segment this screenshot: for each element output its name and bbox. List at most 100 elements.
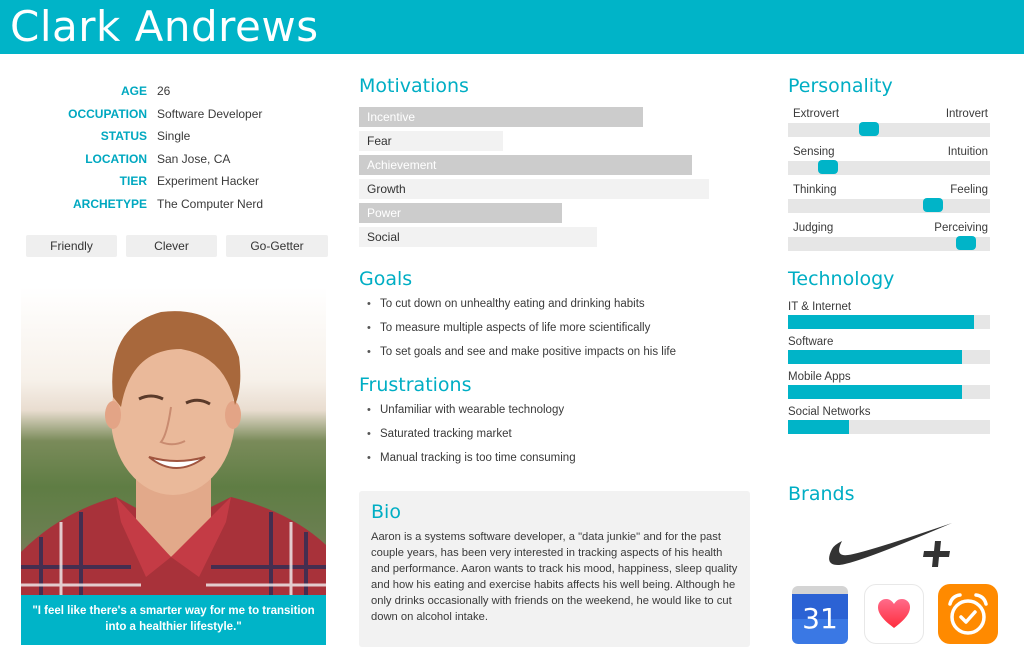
tech-label: IT & Internet: [788, 301, 852, 313]
brands-title: Brands: [788, 483, 855, 505]
tech-fill: [788, 420, 849, 434]
scale-track[interactable]: [788, 198, 990, 213]
goals-section: Goals To cut down on unhealthy eating an…: [359, 268, 739, 368]
info-value: San Jose, CA: [157, 151, 231, 166]
info-row-occupation: OCCUPATION Software Developer: [20, 103, 320, 126]
motivation-bar-growth: Growth: [359, 179, 709, 199]
tech-track: [788, 385, 990, 399]
frustration-item: Unfamiliar with wearable technology: [359, 402, 739, 426]
scale-handle[interactable]: [955, 236, 976, 250]
scale-track[interactable]: [788, 236, 990, 251]
frustration-item: Saturated tracking market: [359, 426, 739, 450]
scale-right-label: Perceiving: [934, 222, 988, 234]
tech-track: [788, 350, 990, 364]
frustrations-title: Frustrations: [359, 374, 472, 396]
info-row-status: STATUS Single: [20, 125, 320, 148]
scale-left-label: Thinking: [793, 184, 837, 196]
portrait-photo: [21, 287, 326, 595]
frustrations-list: Unfamiliar with wearable technology Satu…: [359, 402, 739, 474]
info-row-archetype: ARCHETYPE The Computer Nerd: [20, 193, 320, 216]
personality-section: Personality Extrovert Introvert Sensing In…: [788, 75, 990, 251]
heart-icon: [878, 599, 910, 628]
info-value: Single: [157, 129, 191, 144]
header-banner: Clark Andrews: [0, 0, 1024, 54]
bio-panel: Bio Aaron is a systems software develope…: [359, 491, 750, 647]
goal-item: To set goals and see and make positive i…: [359, 344, 739, 368]
tech-track: [788, 315, 990, 329]
scale-handle[interactable]: [858, 122, 879, 136]
info-label: STATUS: [100, 129, 147, 144]
motivation-bar-fear: Fear: [359, 131, 503, 151]
tech-track: [788, 420, 990, 434]
info-row-tier: TIER Experiment Hacker: [20, 170, 320, 193]
scale-track[interactable]: [788, 122, 990, 137]
alarm-clock-icon: [948, 593, 988, 635]
tech-label: Software: [788, 336, 834, 348]
goal-item: To measure multiple aspects of life more…: [359, 320, 739, 344]
brand-app-icons: 31: [790, 584, 998, 644]
scale-handle[interactable]: [923, 198, 944, 212]
portrait-illustration: [21, 311, 326, 595]
tech-row-it-internet: IT & Internet: [788, 300, 990, 329]
apple-health-icon: [864, 584, 924, 644]
goals-list: To cut down on unhealthy eating and drin…: [359, 296, 739, 368]
goals-title: Goals: [359, 268, 413, 290]
trait-tag-clever[interactable]: Clever: [126, 235, 217, 257]
trait-tag-go-getter[interactable]: Go-Getter: [226, 235, 328, 257]
motivations-bars: Incentive Fear Achievement Growth Power …: [359, 107, 719, 247]
technology-section: Technology IT & Internet Software Mobile…: [788, 268, 990, 434]
scale-left-label: Judging: [793, 222, 834, 234]
motivations-section: Motivations Incentive Fear Achievement G…: [359, 75, 719, 251]
scale-right-label: Feeling: [950, 184, 988, 196]
motivation-bar-power: Power: [359, 203, 562, 223]
motivations-title: Motivations: [359, 75, 469, 97]
info-label: OCCUPATION: [68, 106, 147, 121]
scale-left-label: Sensing: [793, 146, 835, 158]
trait-tag-friendly[interactable]: Friendly: [26, 235, 117, 257]
scale-right-label: Intuition: [947, 146, 988, 158]
tech-label: Social Networks: [788, 406, 871, 418]
scale-right-label: Introvert: [945, 108, 988, 120]
tech-row-software: Software: [788, 335, 990, 364]
trait-tags: Friendly Clever Go-Getter: [26, 235, 328, 257]
bio-title: Bio: [371, 501, 401, 523]
google-calendar-icon: 31: [790, 584, 850, 644]
plus-icon: [923, 541, 950, 567]
frustration-item: Manual tracking is too time consuming: [359, 450, 739, 474]
tech-fill: [788, 350, 962, 364]
info-label: TIER: [119, 174, 147, 189]
goal-item: To cut down on unhealthy eating and drin…: [359, 296, 739, 320]
calendar-day: 31: [792, 594, 848, 644]
scale-handle[interactable]: [818, 160, 839, 174]
tech-fill: [788, 315, 974, 329]
technology-title: Technology: [788, 268, 895, 290]
info-row-age: AGE 26: [20, 80, 320, 103]
bio-text: Aaron is a systems software developer, a…: [371, 531, 738, 623]
info-value: The Computer Nerd: [157, 196, 264, 211]
personality-scale-thinking-feeling: Thinking Feeling: [788, 183, 990, 213]
persona-quote: "I feel like there's a smarter way for m…: [21, 595, 326, 645]
frustrations-section: Frustrations Unfamiliar with wearable te…: [359, 374, 739, 474]
info-label: LOCATION: [85, 151, 147, 166]
tech-row-mobile-apps: Mobile Apps: [788, 370, 990, 399]
nike-plus-logo: [829, 523, 952, 567]
persona-name: Clark Andrews: [10, 2, 319, 51]
info-value: Experiment Hacker: [157, 174, 260, 189]
motivation-bar-social: Social: [359, 227, 597, 247]
brands-section: Brands 31: [788, 483, 1008, 644]
tech-label: Mobile Apps: [788, 371, 851, 383]
info-value: 26: [157, 84, 171, 99]
alarm-clock-app-icon: [938, 584, 998, 644]
personality-scale-judging-perceiving: Judging Perceiving: [788, 221, 990, 251]
scale-track[interactable]: [788, 160, 990, 175]
info-row-location: LOCATION San Jose, CA: [20, 148, 320, 171]
personality-scale-extrovert-introvert: Extrovert Introvert: [788, 107, 990, 137]
info-value: Software Developer: [157, 106, 263, 121]
scale-left-label: Extrovert: [793, 108, 840, 120]
info-label: AGE: [120, 84, 147, 99]
motivation-bar-incentive: Incentive: [359, 107, 643, 127]
tech-fill: [788, 385, 962, 399]
profile-info: AGE 26 OCCUPATION Software Developer STATU…: [20, 80, 320, 215]
personality-title: Personality: [788, 75, 893, 97]
motivation-bar-achievement: Achievement: [359, 155, 692, 175]
